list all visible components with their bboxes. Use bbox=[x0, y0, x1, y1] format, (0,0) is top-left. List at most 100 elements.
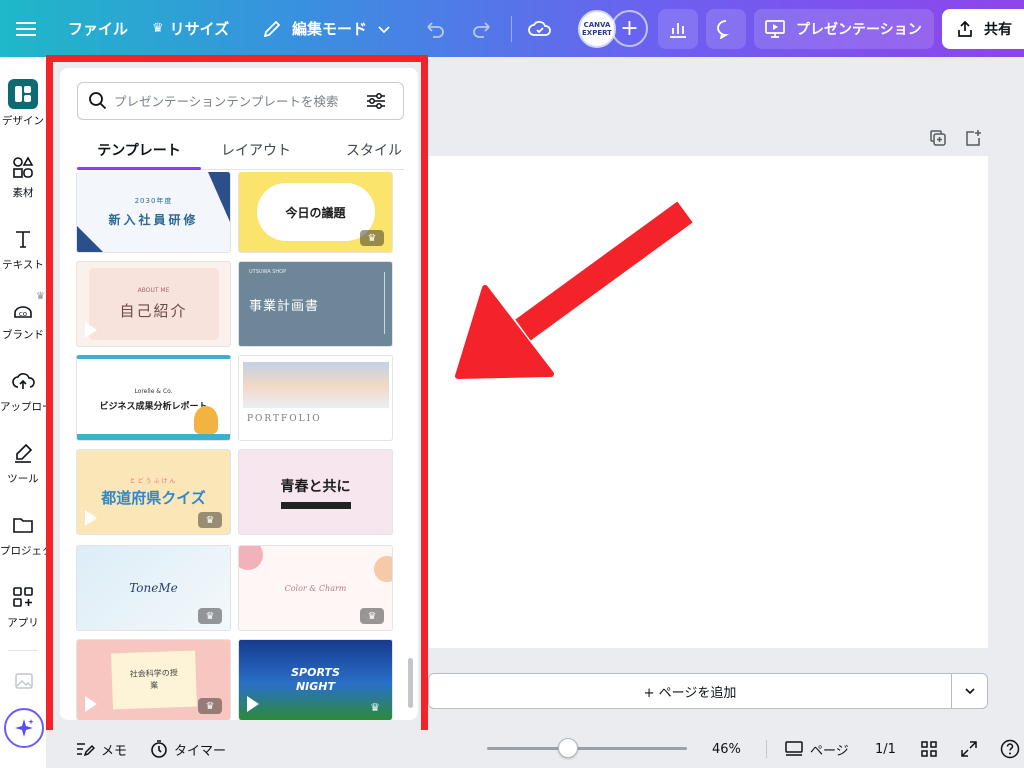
pages-label: ページ bbox=[810, 743, 849, 759]
template-card[interactable]: 青春と共に bbox=[238, 449, 393, 535]
upload-icon bbox=[11, 369, 35, 393]
comment-icon bbox=[717, 20, 730, 39]
side-rail: デザイン 素材 テキスト co ♛ ブランド アップロード ツール bbox=[0, 57, 46, 768]
magic-assistant-button[interactable] bbox=[4, 708, 44, 748]
rail-item-elements[interactable]: 素材 bbox=[0, 155, 46, 200]
notes-button[interactable]: メモ bbox=[75, 730, 127, 768]
tools-icon bbox=[11, 441, 35, 465]
file-menu[interactable]: ファイル bbox=[68, 0, 128, 57]
template-title: Color & Charm bbox=[284, 583, 347, 593]
template-card[interactable]: SPORTS NIGHT ♛ bbox=[238, 639, 393, 720]
add-collaborator-button[interactable]: + bbox=[611, 10, 648, 47]
insights-button[interactable] bbox=[658, 9, 698, 49]
template-card[interactable]: ToneMe ♛ bbox=[76, 545, 231, 631]
template-card[interactable]: 今日の議題 ♛ bbox=[238, 172, 393, 253]
duplicate-page-button[interactable] bbox=[928, 128, 948, 148]
rail-item-upload[interactable]: アップロード bbox=[0, 369, 46, 414]
image-edit-icon[interactable] bbox=[14, 671, 34, 691]
page-count[interactable]: 1/1 bbox=[875, 730, 896, 768]
undo-icon bbox=[427, 21, 444, 38]
fullscreen-button[interactable] bbox=[960, 730, 978, 768]
timer-button[interactable]: タイマー bbox=[150, 730, 226, 768]
brand-icon: co ♛ bbox=[11, 291, 45, 321]
zoom-slider-track[interactable] bbox=[487, 747, 687, 750]
rail-label: プロジェクト bbox=[0, 545, 46, 557]
expand-icon bbox=[961, 741, 977, 757]
present-button[interactable]: プレゼンテーション bbox=[754, 9, 934, 49]
apps-icon bbox=[11, 585, 35, 609]
present-icon bbox=[765, 20, 785, 38]
template-card[interactable]: 社会科学の授業 ♛ bbox=[76, 639, 231, 720]
note-card: ABOUT ME 自己紹介 bbox=[88, 268, 219, 340]
rail-item-projects[interactable]: プロジェクト bbox=[0, 513, 46, 558]
undo-button[interactable] bbox=[424, 0, 446, 57]
menu-icon bbox=[16, 21, 36, 36]
zoom-level[interactable]: 46% bbox=[712, 730, 741, 768]
tab-layouts[interactable]: レイアウト bbox=[201, 130, 311, 170]
edit-mode-dropdown[interactable]: 編集モード bbox=[262, 0, 391, 57]
rail-item-tools[interactable]: ツール bbox=[0, 441, 46, 486]
toolbar-divider bbox=[511, 16, 512, 42]
premium-badge: ♛ bbox=[198, 608, 222, 624]
rail-item-apps[interactable]: アプリ bbox=[0, 585, 46, 630]
tab-label: テンプレート bbox=[97, 143, 181, 159]
page-count-value: 1/1 bbox=[875, 741, 896, 757]
menu-button[interactable] bbox=[14, 0, 38, 57]
add-page-icon-button[interactable] bbox=[963, 128, 983, 148]
beach-photo bbox=[242, 362, 389, 408]
template-title: SPORTS NIGHT bbox=[291, 666, 340, 693]
filter-icon[interactable] bbox=[366, 92, 386, 110]
panel-scrollbar[interactable] bbox=[408, 658, 413, 708]
template-card[interactable]: Color & Charm ♛ bbox=[238, 545, 393, 631]
tab-styles[interactable]: スタイル bbox=[311, 130, 404, 170]
rail-item-design[interactable]: デザイン bbox=[0, 79, 46, 128]
template-card[interactable]: ABOUT ME 自己紹介 bbox=[76, 261, 231, 347]
timer-label: タイマー bbox=[174, 743, 227, 759]
add-page-label: + ページを追加 bbox=[643, 685, 737, 701]
rail-label: デザイン bbox=[2, 115, 44, 127]
template-title: 事業計画書 bbox=[249, 298, 320, 314]
grid-view-button[interactable] bbox=[920, 730, 938, 768]
add-page-icon bbox=[966, 130, 981, 146]
template-subtitle: Lorelle & Co. bbox=[134, 387, 173, 395]
illustration bbox=[194, 406, 218, 434]
design-icon bbox=[8, 79, 38, 109]
template-card[interactable]: UTSUWA SHOP 事業計画書 bbox=[238, 261, 393, 347]
play-icon bbox=[85, 322, 97, 338]
template-panel: テンプレート レイアウト スタイル 2030年度 新入社員研修 今日の議題 ♛ … bbox=[60, 68, 418, 720]
edit-mode-label: 編集モード bbox=[292, 20, 368, 38]
template-card[interactable]: Lorelle & Co. ビジネス成果分析レポート bbox=[76, 355, 231, 441]
search-input[interactable] bbox=[114, 93, 364, 109]
zoom-slider-handle[interactable] bbox=[558, 738, 578, 758]
template-card[interactable]: 2030年度 新入社員研修 bbox=[76, 172, 231, 253]
rail-item-brand[interactable]: co ♛ ブランド bbox=[0, 291, 46, 342]
pages-button[interactable]: ページ bbox=[784, 730, 849, 768]
rail-label: ブランド bbox=[2, 329, 44, 341]
template-title: 新入社員研修 bbox=[108, 213, 199, 227]
template-title: PORTFOLIO bbox=[247, 414, 322, 424]
tab-templates[interactable]: テンプレート bbox=[77, 130, 201, 170]
add-page-button[interactable]: + ページを追加 bbox=[428, 673, 952, 709]
share-button[interactable]: 共有 bbox=[942, 9, 1024, 49]
comments-button[interactable] bbox=[706, 9, 746, 49]
bottom-divider bbox=[766, 740, 767, 758]
help-button[interactable] bbox=[1000, 730, 1020, 768]
notes-label: メモ bbox=[101, 743, 128, 759]
text-icon bbox=[11, 227, 35, 251]
template-card[interactable]: PORTFOLIO bbox=[238, 355, 393, 441]
plus-icon: + bbox=[620, 16, 639, 41]
premium-badge: ♛ bbox=[198, 512, 222, 528]
resize-button[interactable]: ♛ リサイズ bbox=[152, 0, 229, 57]
tab-label: レイアウト bbox=[221, 143, 291, 159]
tab-label: スタイル bbox=[346, 143, 402, 159]
template-search[interactable] bbox=[77, 82, 404, 120]
template-card[interactable]: とどうふけん 都道府県クイズ ♛ bbox=[76, 449, 231, 535]
rail-item-text[interactable]: テキスト bbox=[0, 227, 46, 272]
add-page-dropdown[interactable] bbox=[952, 673, 988, 709]
pencil-icon bbox=[263, 20, 281, 37]
resize-label: リサイズ bbox=[169, 20, 230, 38]
template-title: ビジネス成果分析レポート bbox=[99, 401, 208, 412]
redo-button[interactable] bbox=[471, 0, 493, 57]
decor-flower bbox=[239, 546, 263, 570]
save-status-button[interactable] bbox=[528, 0, 552, 57]
